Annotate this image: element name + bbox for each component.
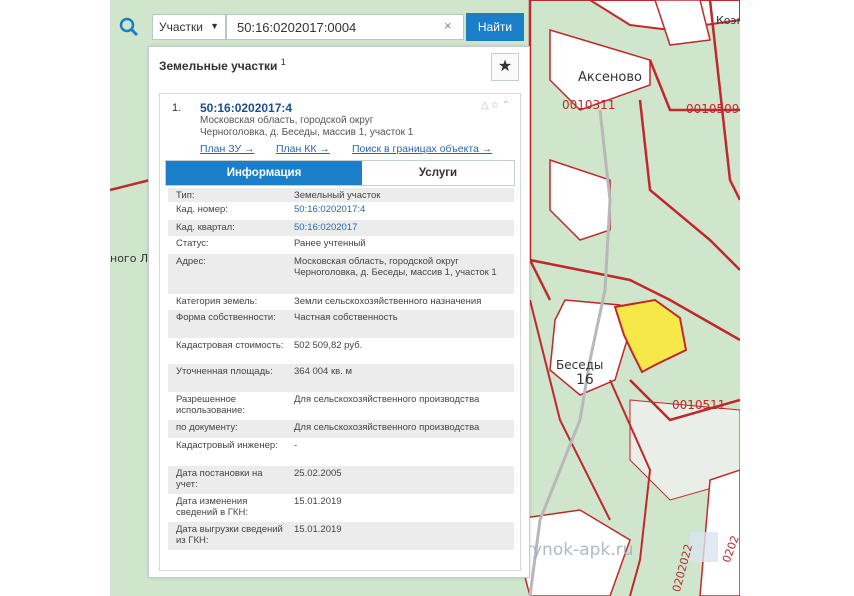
- tab-services[interactable]: Услуги: [362, 161, 514, 185]
- object-type-select[interactable]: Участки ▼: [152, 14, 226, 40]
- info-row-status: Статус: Ранее учтенный: [176, 238, 366, 249]
- info-row-change-date: Дата изменения сведений в ГКН: 15.01.2019: [176, 496, 342, 518]
- result-number: 1.: [172, 102, 182, 114]
- search-in-bounds-link[interactable]: Поиск в границах объекта →: [352, 143, 492, 155]
- result-tabs: Информация Услуги: [165, 160, 515, 186]
- info-row-area: Уточненная площадь: 364 004 кв. м: [168, 364, 514, 392]
- map-label-house-number: 16: [576, 372, 594, 388]
- map-label-parcel-0010311: 0010311: [562, 98, 616, 112]
- plan-kk-link[interactable]: План КК →: [276, 143, 330, 155]
- clear-icon[interactable]: ×: [444, 18, 452, 33]
- panel-title: Земельные участки 1: [159, 57, 286, 73]
- map-label-edge-top: Коэн: [716, 14, 740, 27]
- info-row-permitted-use: Разрешенное использование: Для сельскохоз…: [176, 394, 480, 416]
- star-icon: ★: [497, 58, 513, 75]
- chevron-down-icon: ▼: [210, 21, 219, 31]
- results-panel: Земельные участки 1 ★ 1. 50:16:0202017:4…: [148, 46, 530, 578]
- info-row-ownership: Форма собственности: Частная собственност…: [168, 310, 514, 338]
- result-card: 1. 50:16:0202017:4 △☆⌃ Московская област…: [159, 93, 521, 571]
- result-address-line2: Черноголовка, д. Беседы, массив 1, участ…: [200, 127, 414, 138]
- info-row-registration-date: Дата постановки на учет: 25.02.2005: [168, 466, 514, 494]
- search-icon[interactable]: [116, 14, 142, 40]
- cadastral-number-input[interactable]: [226, 14, 464, 40]
- watermark: rynok-apk.ru: [525, 540, 634, 560]
- info-row-address: Адрес: Московская область, городской окру…: [168, 254, 514, 294]
- map-label-village-mid: Беседы: [556, 358, 604, 372]
- result-address-line1: Московская область, городской округ: [200, 115, 374, 126]
- map-label-village-top: Аксеново: [578, 70, 642, 85]
- info-row-engineer: Кадастровый инженер: -: [176, 440, 298, 451]
- info-row-by-document: по документу: Для сельскохозяйственного п…: [168, 420, 514, 438]
- info-row-cad-quarter: Кад. квартал: 50:16:0202017: [168, 220, 514, 236]
- results-count: 1: [280, 57, 286, 67]
- favorite-button[interactable]: ★: [491, 53, 519, 81]
- info-row-land-category: Категория земель: Земли сельскохозяйствен…: [176, 296, 482, 307]
- info-row-export-date: Дата выгрузки сведений из ГКН: 15.01.2019: [168, 522, 514, 550]
- result-tools-icons[interactable]: △☆⌃: [481, 100, 512, 111]
- result-cadastral-number[interactable]: 50:16:0202017:4: [200, 101, 292, 115]
- info-row-cad-number: Кад. номер: 50:16:0202017:4: [176, 204, 366, 215]
- plan-zu-link[interactable]: План ЗУ →: [200, 143, 255, 155]
- tab-information[interactable]: Информация: [166, 161, 362, 185]
- info-row-cadastral-value: Кадастровая стоимость: 502 509,82 руб.: [176, 340, 363, 351]
- find-button[interactable]: Найти: [466, 13, 524, 41]
- object-type-label: Участки: [159, 20, 203, 34]
- info-row-type: Тип: Земельный участок: [168, 188, 514, 202]
- map-label-parcel-0010509: 0010509: [686, 102, 740, 116]
- map-label-parcel-0010511: 0010511: [672, 398, 726, 412]
- search-bar: Участки ▼ × Найти: [110, 10, 530, 46]
